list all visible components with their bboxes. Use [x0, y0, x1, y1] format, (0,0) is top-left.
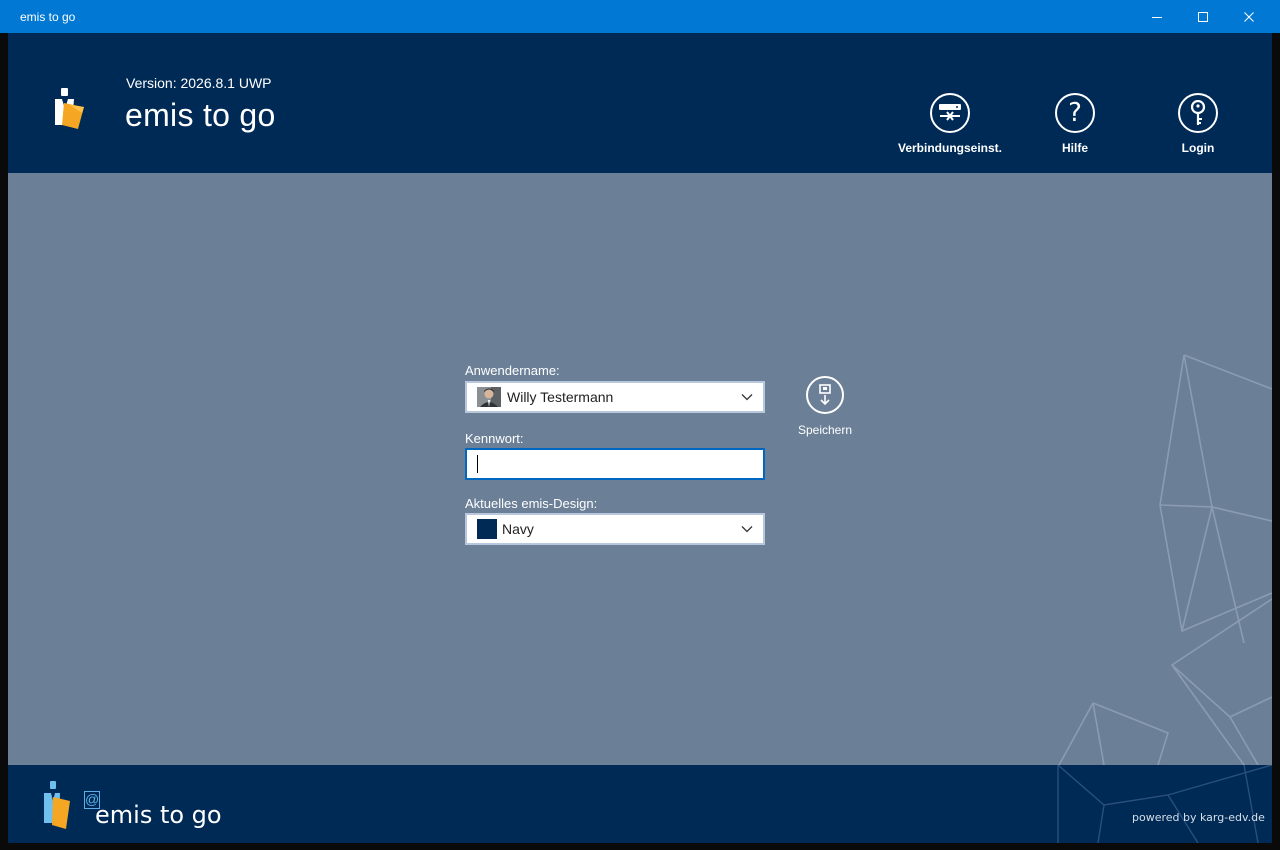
- powered-by-label: powered by karg-edv.de: [1132, 811, 1265, 824]
- maximize-button[interactable]: [1180, 0, 1226, 33]
- username-select[interactable]: Willy Testermann: [465, 381, 765, 413]
- design-label: Aktuelles emis-Design:: [465, 496, 598, 511]
- login-panel: Anwendername: Willy Testermann Kennwort:…: [8, 173, 1272, 765]
- footer-title: emis to go: [95, 801, 222, 829]
- password-label: Kennwort:: [465, 431, 524, 446]
- design-color-swatch: [477, 519, 497, 539]
- save-label: Speichern: [797, 423, 853, 437]
- chevron-down-icon: [741, 526, 753, 533]
- chevron-down-icon: [741, 394, 753, 401]
- footer-logo-icon: [44, 781, 70, 829]
- app-header: Version: 2026.8.1 UWP emis to go Verbind…: [8, 33, 1272, 173]
- save-button[interactable]: Speichern: [785, 376, 865, 442]
- connection-settings-label: Verbindungseinst.: [897, 141, 1002, 155]
- username-value: Willy Testermann: [507, 389, 614, 405]
- design-value: Navy: [502, 521, 534, 537]
- close-button[interactable]: [1226, 0, 1272, 33]
- close-icon: [1244, 11, 1254, 22]
- version-label: Version: 2026.8.1 UWP: [126, 75, 272, 91]
- app-content: Version: 2026.8.1 UWP emis to go Verbind…: [8, 33, 1272, 843]
- text-caret: [477, 455, 478, 473]
- save-icon-circle: [806, 376, 844, 414]
- app-title: emis to go: [125, 97, 276, 133]
- minimize-button[interactable]: [1134, 0, 1180, 33]
- background-polygon-decoration: [1058, 354, 1272, 765]
- maximize-icon: [1198, 11, 1208, 22]
- user-avatar-icon: [477, 387, 501, 407]
- login-button[interactable]: Login: [1138, 93, 1258, 163]
- help-icon-circle: ?: [1055, 93, 1095, 133]
- window-title: emis to go: [20, 10, 76, 24]
- login-icon-circle: [1178, 93, 1218, 133]
- footer-polygon-decoration: [1057, 765, 1272, 843]
- app-logo-icon: [55, 88, 84, 129]
- key-icon: [1190, 100, 1206, 125]
- login-label: Login: [1181, 141, 1215, 155]
- question-icon: ?: [1068, 98, 1082, 128]
- help-label: Hilfe: [1061, 141, 1088, 155]
- password-field[interactable]: [465, 448, 765, 480]
- username-label: Anwendername:: [465, 363, 560, 378]
- design-select[interactable]: Navy: [465, 513, 765, 545]
- connection-settings-button[interactable]: Verbindungseinst.: [890, 93, 1010, 163]
- save-disk-icon: [819, 384, 831, 406]
- minimize-icon: [1152, 16, 1162, 18]
- help-button[interactable]: ? Hilfe: [1015, 93, 1135, 163]
- connection-icon-circle: [930, 93, 970, 133]
- title-bar[interactable]: emis to go: [0, 0, 1280, 33]
- server-disconnect-icon: [939, 104, 961, 121]
- app-footer: @ emis to go powered by karg-edv.de: [8, 765, 1272, 843]
- app-window: emis to go Version: 2026.8.1 UWP emis to…: [0, 0, 1280, 850]
